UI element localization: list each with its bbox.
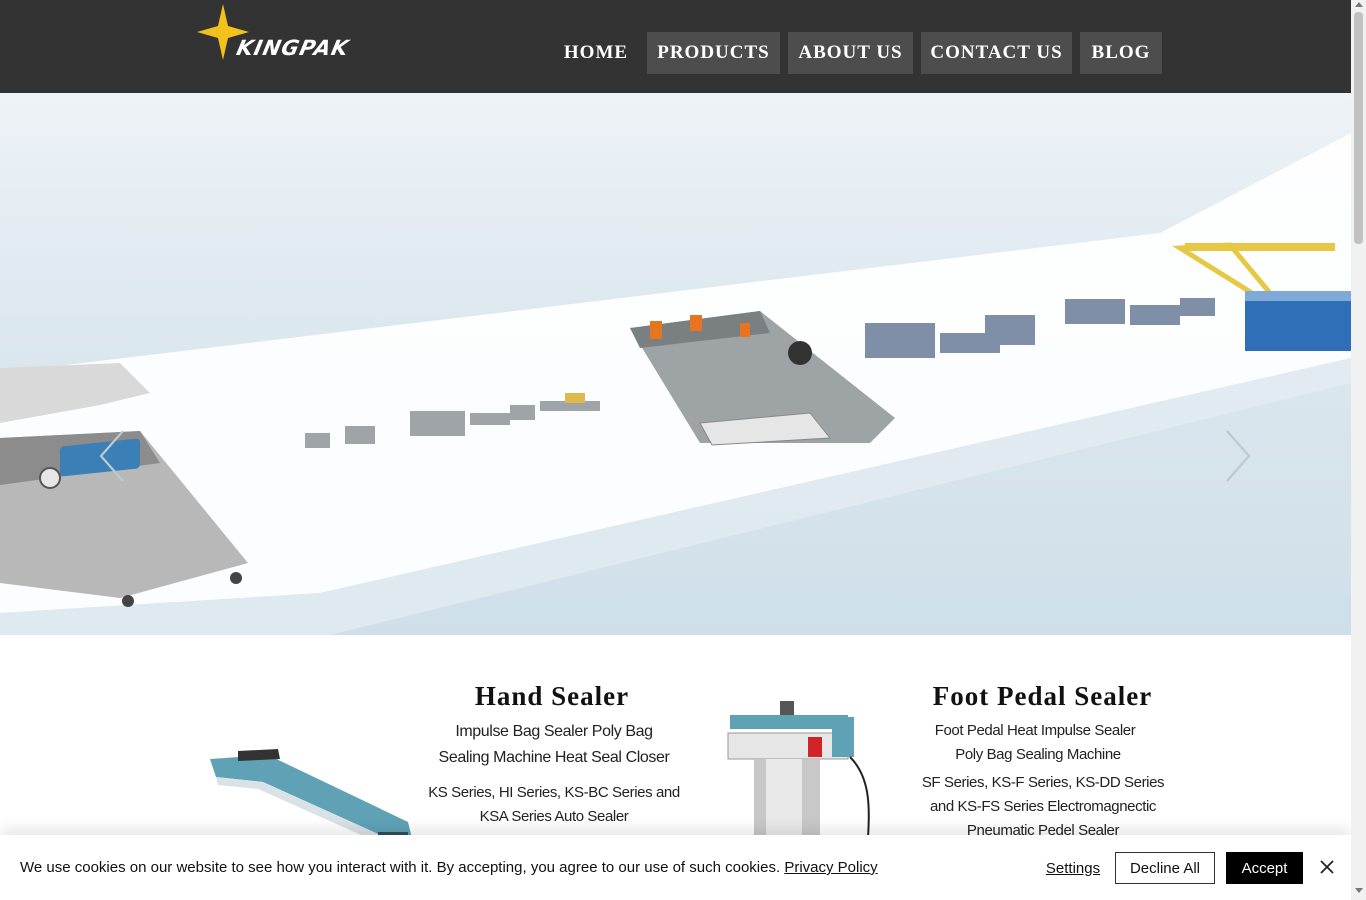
close-icon[interactable] [1318,858,1336,876]
foot-pedal-desc-line2: Poly Bag Sealing Machine [955,746,1121,763]
hand-sealer-series-line2: KSA Series Auto Sealer [479,808,629,825]
scrollbar-thumb[interactable] [1354,12,1363,244]
hero-image [0,133,1351,635]
nav-blog[interactable]: BLOG [1080,32,1162,74]
foot-pedal-series-line1: SF Series, KS-F Series, KS-DD Series [921,774,1165,791]
hand-sealer-desc-line2: Sealing Machine Heat Seal Closer [438,749,670,766]
cookie-banner: We use cookies on our website to see how… [0,835,1351,900]
nav-products[interactable]: PRODUCTS [647,32,780,74]
logo-text: KINGPAK [234,36,352,60]
nav-contact-us[interactable]: CONTACT US [921,32,1072,74]
scroll-up-icon[interactable] [1355,2,1363,7]
nav-home[interactable]: HOME [560,32,632,74]
foot-pedal-desc-line1: Foot Pedal Heat Impulse Sealer [934,722,1136,739]
slider-prev-icon[interactable] [97,428,127,484]
privacy-policy-link[interactable]: Privacy Policy [784,859,877,876]
nav-about-us[interactable]: ABOUT US [788,32,913,74]
hand-sealer-series-line1: KS Series, HI Series, KS-BC Series and [428,784,680,801]
cookie-message-text: We use cookies on our website to see how… [20,859,781,876]
scroll-down-icon[interactable] [1355,888,1363,893]
cookie-settings-button[interactable]: Settings [1040,852,1106,884]
slider-next-icon[interactable] [1223,428,1253,484]
decline-all-button[interactable]: Decline All [1115,852,1215,884]
foot-pedal-series-line2: and KS-FS Series Electromagnectic [929,798,1157,815]
cookie-message: We use cookies on our website to see how… [20,859,878,876]
accept-button[interactable]: Accept [1226,852,1303,884]
foot-pedal-sealer-image[interactable] [720,697,880,837]
product-title-foot-pedal-sealer[interactable]: Foot Pedal Sealer [920,681,1165,712]
hero-slider [0,93,1351,635]
site-header: KINGPAK HOME PRODUCTS ABOUT US CONTACT U… [0,0,1351,93]
product-title-hand-sealer[interactable]: Hand Sealer [430,681,674,712]
hand-sealer-desc-line1: Impulse Bag Sealer Poly Bag [455,723,653,740]
